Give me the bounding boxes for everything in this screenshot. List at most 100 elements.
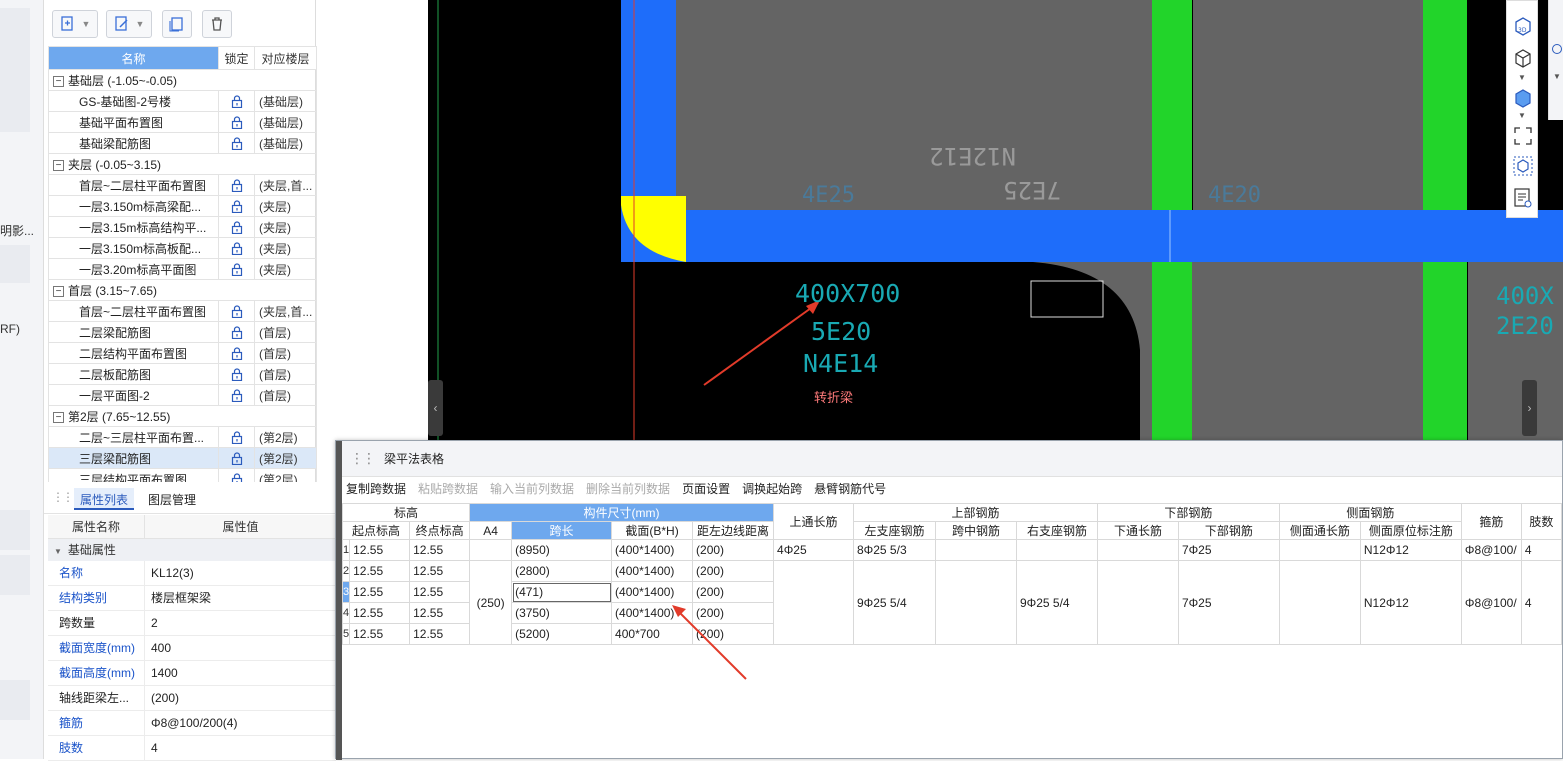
col-header-lock[interactable]: 锁定: [218, 46, 255, 70]
cell-start-elev[interactable]: 12.55: [349, 560, 411, 582]
cell-end-elev[interactable]: 12.55: [409, 539, 471, 561]
collapse-minus-icon[interactable]: −: [53, 285, 64, 297]
cell-start-elev[interactable]: 12.55: [349, 602, 411, 624]
cell-a4[interactable]: (250): [469, 560, 513, 645]
box-view-button[interactable]: [1512, 47, 1534, 69]
edit-drawing-button[interactable]: ▼: [106, 10, 152, 38]
header-top-rebar[interactable]: 上部钢筋: [853, 503, 1098, 522]
drawing-name[interactable]: 一层3.15m标高结构平...: [48, 216, 219, 238]
cell-side-orig[interactable]: N12Φ12: [1359, 560, 1462, 645]
property-value[interactable]: 1400: [144, 661, 336, 685]
property-value[interactable]: KL12(3): [144, 561, 336, 585]
header-start-elev[interactable]: 起点标高: [341, 521, 411, 540]
row-number[interactable]: 5: [341, 623, 351, 645]
section-view-button[interactable]: [1512, 155, 1534, 177]
header-span-length[interactable]: 跨长: [511, 521, 613, 540]
3d-view-button[interactable]: 3D: [1512, 15, 1534, 37]
drawing-row[interactable]: GS-基础图-2号楼 (基础层): [48, 90, 317, 112]
layer-group-row[interactable]: − 第2层 (7.65~12.55): [48, 405, 317, 427]
drawing-row[interactable]: 三层梁配筋图 (第2层): [48, 447, 317, 469]
window-title-bar[interactable]: ⋮⋮ 梁平法表格: [342, 441, 1562, 477]
lock-toggle[interactable]: [218, 258, 255, 280]
cell-offset[interactable]: (200): [692, 560, 775, 582]
cell-end-elev[interactable]: 12.55: [409, 581, 471, 603]
header-right-seat[interactable]: 右支座钢筋: [1015, 521, 1098, 540]
col-header-name[interactable]: 名称: [48, 46, 219, 70]
cell-end-elev[interactable]: 12.55: [409, 623, 471, 645]
drawing-row[interactable]: 一层3.150m标高板配... (夹层): [48, 237, 317, 259]
lock-toggle[interactable]: [218, 237, 255, 259]
cell-legs[interactable]: 4: [1520, 560, 1563, 645]
lock-toggle[interactable]: [218, 216, 255, 238]
beam-span-row[interactable]: 1 12.55 12.55 (8950) (400*1400) (200) 4Φ25 8Φ25…: [341, 539, 1563, 561]
drawing-name[interactable]: 首层~二层柱平面布置图: [48, 300, 219, 322]
header-stirrup[interactable]: 箍筋: [1460, 503, 1522, 540]
drawing-row[interactable]: 二层结构平面布置图 (首层): [48, 342, 317, 364]
property-row[interactable]: 结构类别 楼层框架梁: [48, 586, 336, 611]
header-bottom-bar[interactable]: 下部钢筋: [1177, 521, 1280, 540]
drawing-name[interactable]: 一层3.150m标高梁配...: [48, 195, 219, 217]
drawing-row[interactable]: 基础梁配筋图 (基础层): [48, 132, 317, 154]
cell-span-length[interactable]: (2800): [511, 560, 613, 582]
cell-right-seat[interactable]: 9Φ25 5/4: [1015, 560, 1098, 645]
property-value[interactable]: 400: [144, 636, 336, 660]
cell-stirrup[interactable]: Φ8@100/: [1460, 539, 1522, 561]
drawing-row[interactable]: 二层板配筋图 (首层): [48, 363, 317, 385]
menu-item[interactable]: 调换起始跨: [742, 480, 802, 497]
collapse-left-handle[interactable]: ‹: [428, 380, 443, 436]
header-member-size[interactable]: 构件尺寸(mm): [469, 503, 775, 522]
property-row[interactable]: 肢数 4: [48, 736, 336, 761]
header-end-elev[interactable]: 终点标高: [409, 521, 471, 540]
cell-mid-span[interactable]: [934, 560, 1017, 645]
header-offset[interactable]: 距左边线距离: [692, 521, 775, 540]
row-number[interactable]: 4: [341, 602, 351, 624]
header-side-through[interactable]: 侧面通长筋: [1278, 521, 1361, 540]
header-a4[interactable]: A4: [469, 521, 513, 540]
cell-left-seat[interactable]: 9Φ25 5/4: [853, 560, 936, 645]
cell-span-length[interactable]: (3750): [511, 602, 613, 624]
property-group-basic[interactable]: ▼ 基础属性: [48, 539, 336, 561]
fit-view-button[interactable]: [1512, 125, 1534, 147]
cell-section[interactable]: (400*1400): [611, 560, 694, 582]
menu-item[interactable]: 页面设置: [682, 480, 730, 497]
property-row[interactable]: 跨数量 2: [48, 611, 336, 636]
cell-right-seat[interactable]: [1015, 539, 1098, 561]
solid-view-button[interactable]: [1512, 87, 1534, 109]
drawing-name[interactable]: 三层梁配筋图: [48, 447, 219, 469]
header-top-through[interactable]: 上通长筋: [773, 503, 854, 540]
cell-top-through[interactable]: 4Φ25: [773, 539, 854, 561]
property-row[interactable]: 截面高度(mm) 1400: [48, 661, 336, 686]
lock-toggle[interactable]: [218, 132, 255, 154]
drawing-row[interactable]: 一层3.20m标高平面图 (夹层): [48, 258, 317, 280]
radio-icon[interactable]: [1552, 44, 1562, 54]
drawing-name[interactable]: 基础梁配筋图: [48, 132, 219, 154]
cell-span-length[interactable]: (471): [511, 581, 613, 603]
copy-drawing-button[interactable]: [162, 10, 192, 38]
lock-toggle[interactable]: [218, 384, 255, 406]
lock-toggle[interactable]: [218, 300, 255, 322]
cell-a4[interactable]: [469, 539, 513, 561]
header-side-rebar[interactable]: 侧面钢筋: [1278, 503, 1462, 522]
property-value[interactable]: Φ8@100/200(4): [144, 711, 336, 735]
drawing-row[interactable]: 一层平面图-2 (首层): [48, 384, 317, 406]
drawing-name[interactable]: 二层梁配筋图: [48, 321, 219, 343]
menu-item[interactable]: 复制跨数据: [346, 480, 406, 497]
cell-start-elev[interactable]: 12.55: [349, 623, 411, 645]
lock-toggle[interactable]: [218, 90, 255, 112]
collapse-minus-icon[interactable]: −: [53, 75, 64, 87]
cell-start-elev[interactable]: 12.55: [349, 539, 411, 561]
drawing-name[interactable]: 一层3.150m标高板配...: [48, 237, 219, 259]
collapse-right-handle[interactable]: ›: [1522, 380, 1537, 436]
row-number[interactable]: 2: [341, 560, 351, 582]
header-mid-span[interactable]: 跨中钢筋: [934, 521, 1017, 540]
lock-toggle[interactable]: [218, 342, 255, 364]
tab-property-list[interactable]: 属性列表: [74, 488, 135, 510]
property-value[interactable]: 2: [144, 611, 336, 635]
cell-left-seat[interactable]: 8Φ25 5/3: [853, 539, 936, 561]
drawing-name[interactable]: 基础平面布置图: [48, 111, 219, 133]
property-value[interactable]: 4: [144, 736, 336, 760]
tab-layer-management[interactable]: 图层管理: [142, 488, 202, 510]
cell-section[interactable]: (400*1400): [611, 581, 694, 603]
cell-top-through[interactable]: [773, 560, 854, 645]
drawing-row[interactable]: 一层3.150m标高梁配... (夹层): [48, 195, 317, 217]
